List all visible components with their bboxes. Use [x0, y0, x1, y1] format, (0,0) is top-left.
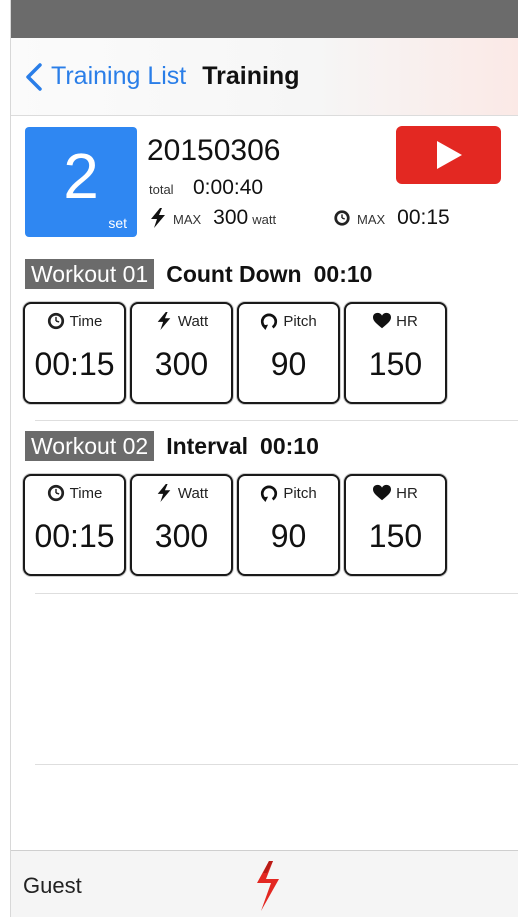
status-bar — [11, 0, 518, 38]
max-time-label: MAX — [357, 212, 386, 227]
metric-time: Time 00:15 — [23, 302, 126, 404]
workout-badge: Workout 01 — [25, 259, 155, 289]
metric-value: 00:15 — [34, 346, 115, 382]
play-icon — [436, 141, 462, 169]
heart-icon — [373, 312, 392, 329]
clock-icon — [47, 312, 64, 330]
max-time: MAX 00:15 — [333, 206, 450, 230]
app-screen: Training List Training 2 set 20150306 to… — [10, 0, 518, 917]
metric-label: Pitch — [283, 312, 317, 330]
metric-time: Time 00:15 — [23, 474, 126, 576]
total-label: total — [149, 182, 174, 197]
page-title: Training — [202, 62, 300, 90]
metric-value: 90 — [270, 518, 307, 554]
set-count: 2 — [63, 140, 99, 212]
metric-label: Pitch — [283, 484, 317, 502]
metric-pitch: Pitch 90 — [237, 302, 340, 404]
metric-value: 90 — [270, 346, 307, 382]
workout-header: Workout 02 Interval 00:10 — [25, 430, 319, 462]
metric-label: Time — [69, 312, 103, 330]
metric-value: 150 — [368, 346, 423, 382]
metric-label: HR — [396, 312, 418, 330]
play-button[interactable] — [396, 126, 501, 184]
metric-pitch: Pitch 90 — [237, 474, 340, 576]
back-button-label: Training List — [51, 62, 187, 90]
metric-label: Watt — [177, 312, 209, 330]
clock-icon — [334, 210, 350, 226]
metric-label: Time — [69, 484, 103, 502]
metric-value: 150 — [368, 518, 423, 554]
workout-duration: 00:10 — [313, 260, 373, 287]
training-summary: 2 set 20150306 total 0:00:40 MAX 300 wat… — [11, 116, 518, 244]
workout-badge: Workout 02 — [25, 431, 155, 461]
metric-label: HR — [396, 484, 418, 502]
workout-metrics: Time 00:15 Watt 300 Pitch 90 HR 150 — [23, 302, 451, 404]
max-watt-value: 300 — [213, 206, 249, 229]
set-label: set — [108, 215, 127, 231]
workout-metrics: Time 00:15 Watt 300 Pitch 90 HR 150 — [23, 474, 451, 576]
bottom-bar: Guest — [11, 850, 518, 917]
metric-hr: HR 150 — [344, 474, 447, 576]
total-time: 0:00:40 — [193, 176, 264, 199]
training-date: 20150306 — [147, 134, 281, 167]
metric-label: Watt — [177, 484, 209, 502]
workout-duration: 00:10 — [260, 432, 319, 459]
rotate-icon — [261, 485, 278, 502]
metric-value: 300 — [154, 346, 209, 382]
max-watt-unit: watt — [252, 212, 277, 227]
clock-icon — [47, 484, 64, 502]
lightning-icon — [157, 484, 171, 502]
workout-type: Count Down — [166, 260, 302, 287]
rotate-icon — [261, 313, 278, 330]
metric-watt: Watt 300 — [130, 302, 233, 404]
back-button[interactable]: Training List — [23, 62, 186, 92]
lightning-icon — [151, 208, 165, 228]
set-count-tile: 2 set — [25, 127, 137, 237]
workout-header: Workout 01 Count Down 00:10 — [25, 258, 372, 290]
metric-hr: HR 150 — [344, 302, 447, 404]
metric-value: 300 — [154, 518, 209, 554]
lightning-icon — [157, 312, 171, 330]
user-name[interactable]: Guest — [23, 873, 82, 899]
max-watt: MAX 300 watt — [149, 206, 276, 230]
heart-icon — [373, 484, 392, 501]
metric-watt: Watt 300 — [130, 474, 233, 576]
divider — [35, 593, 518, 594]
brand-logo-icon — [257, 861, 279, 911]
metric-value: 00:15 — [34, 518, 115, 554]
divider — [35, 764, 518, 765]
max-time-value: 00:15 — [397, 206, 450, 229]
navigation-bar: Training List Training — [11, 38, 518, 116]
chevron-left-icon — [26, 62, 42, 91]
workout-section[interactable]: Workout 01 Count Down 00:10 Time 00:15 W… — [11, 258, 518, 428]
max-watt-label: MAX — [173, 212, 202, 227]
workout-section[interactable]: Workout 02 Interval 00:10 Time 00:15 Wat… — [11, 430, 518, 600]
workout-type: Interval — [166, 432, 249, 459]
